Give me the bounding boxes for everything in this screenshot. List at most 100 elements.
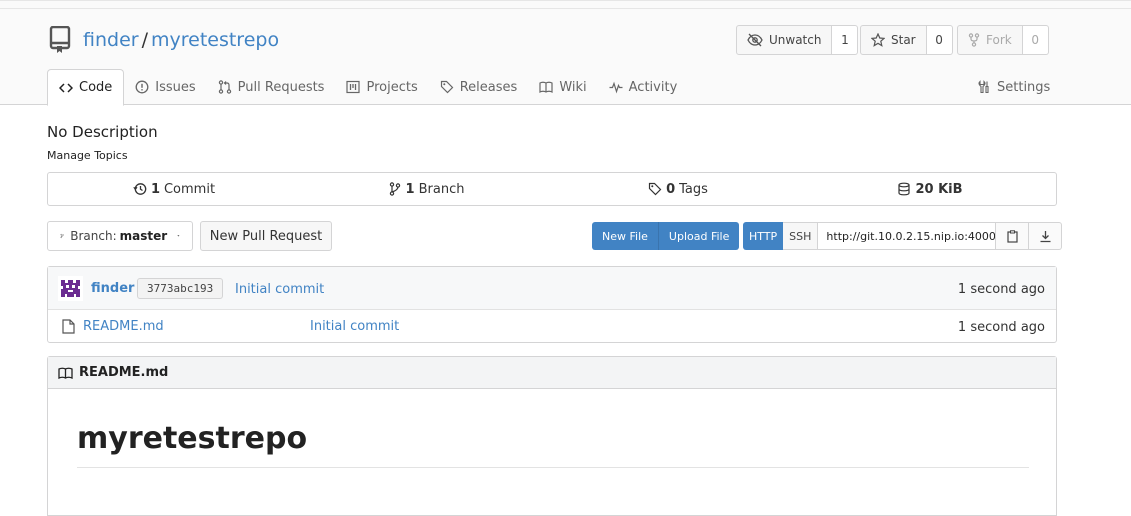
stat-tags-label: Tags [679, 181, 708, 197]
tab-releases[interactable]: Releases [429, 69, 529, 105]
stat-branches[interactable]: 1 Branch [300, 173, 552, 205]
clone-ssh-button[interactable]: SSH [783, 222, 819, 250]
star-icon [871, 33, 885, 47]
branch-selector-prefix: Branch: [70, 229, 117, 243]
readme-heading: myretestrepo [77, 421, 308, 456]
file-name-link[interactable]: README.md [83, 319, 164, 334]
tab-pull-requests-label: Pull Requests [237, 79, 325, 95]
tab-settings[interactable]: Settings [977, 69, 1050, 105]
eye-slash-icon [747, 33, 763, 47]
stat-size: 20 KiB [804, 173, 1056, 205]
stat-branches-count: 1 [405, 181, 415, 197]
top-divider [0, 8, 1131, 9]
tab-pull-requests[interactable]: Pull Requests [207, 69, 336, 105]
readme-filename: README.md [79, 365, 169, 380]
tab-code-label: Code [79, 80, 113, 95]
history-icon [133, 183, 147, 195]
stat-commits-count: 1 [150, 181, 160, 197]
file-actions: New File Upload File [592, 222, 740, 250]
avatar-pattern [61, 280, 80, 297]
readme-panel: README.md myretestrepo [47, 356, 1057, 516]
stat-commits-label: Commit [163, 181, 216, 197]
commit-sha-button[interactable]: 3773abc193 [137, 278, 224, 299]
repo-title-separator: / [141, 29, 148, 51]
latest-commit-row: finder 3773abc193 Initial commit 1 secon… [48, 267, 1056, 310]
tag-icon [440, 80, 454, 94]
repo-name-link[interactable]: myretestrepo [151, 29, 279, 51]
clone-panel: HTTP SSH http://git.10.0.2.15.nip.io:400… [743, 222, 1063, 250]
repo-title: finder / myretestrepo [83, 28, 279, 52]
project-icon [346, 80, 361, 94]
stat-tags[interactable]: 0 Tags [552, 173, 804, 205]
readme-divider [77, 467, 1029, 468]
tab-wiki[interactable]: Wiki [528, 69, 597, 105]
code-icon [59, 82, 73, 93]
repo-stats-bar: 1 Commit 1 Branch 0 Tags 20 KiB [47, 172, 1057, 206]
file-table: finder 3773abc193 Initial commit 1 secon… [47, 266, 1057, 343]
star-button[interactable]: Star [860, 25, 927, 55]
repo-description: No Description [47, 123, 158, 141]
tab-code[interactable]: Code [47, 69, 125, 106]
unwatch-button[interactable]: Unwatch [736, 25, 833, 55]
book-icon [539, 81, 553, 93]
file-age: 1 second ago [957, 320, 1045, 335]
commit-message-link[interactable]: Initial commit [235, 282, 324, 297]
table-row: README.md Initial commit 1 second ago [48, 310, 1056, 344]
download-icon [1040, 230, 1051, 242]
clone-url-field[interactable]: http://git.10.0.2.15.nip.io:4000/ [818, 222, 997, 250]
repo-icon [49, 26, 71, 53]
avatar[interactable] [58, 276, 83, 301]
fork-count[interactable]: 0 [1022, 25, 1049, 55]
star-group: Star 0 [860, 25, 953, 55]
download-button[interactable] [1029, 222, 1063, 250]
unwatch-label: Unwatch [769, 33, 822, 47]
tools-icon [978, 80, 989, 94]
stat-tags-count: 0 [666, 181, 676, 197]
tag-icon [648, 182, 662, 196]
fork-label: Fork [986, 33, 1012, 47]
repo-owner-link[interactable]: finder [83, 29, 139, 51]
book-icon [58, 367, 73, 379]
fork-icon [968, 33, 980, 47]
fork-group: Fork 0 [957, 25, 1049, 55]
tab-activity-label: Activity [628, 79, 678, 95]
tab-activity[interactable]: Activity [598, 69, 689, 105]
stat-commits[interactable]: 1 Commit [48, 173, 300, 205]
caret-down-icon [177, 235, 180, 237]
clone-http-button[interactable]: HTTP [743, 222, 784, 250]
issue-icon [135, 80, 149, 94]
pulse-icon [609, 81, 623, 94]
clipboard-icon [1007, 229, 1018, 243]
readme-header: README.md [48, 357, 1056, 389]
tab-releases-label: Releases [459, 79, 518, 95]
file-commit-message-link[interactable]: Initial commit [310, 319, 399, 334]
tab-projects[interactable]: Projects [335, 69, 428, 105]
commit-age: 1 second ago [957, 282, 1045, 297]
commit-author-link[interactable]: finder [91, 281, 134, 296]
repo-tabs: Code Issues Pull Requests Projects Relea… [47, 69, 689, 106]
tab-wiki-label: Wiki [559, 79, 587, 95]
star-count[interactable]: 0 [926, 25, 953, 55]
manage-topics-link[interactable]: Manage Topics [47, 149, 128, 162]
copy-url-button[interactable] [996, 222, 1030, 250]
new-file-button[interactable]: New File [592, 222, 659, 250]
upload-file-button[interactable]: Upload File [658, 222, 740, 250]
tab-projects-label: Projects [366, 79, 418, 95]
file-icon [62, 319, 75, 334]
watch-count[interactable]: 1 [832, 25, 859, 55]
branch-selector-value: master [119, 229, 168, 243]
database-icon [898, 182, 911, 196]
branch-icon [60, 233, 64, 239]
branch-selector[interactable]: Branch: master [47, 221, 193, 251]
watch-group: Unwatch 1 [736, 25, 859, 55]
tab-settings-label: Settings [997, 79, 1051, 95]
new-pull-request-button[interactable]: New Pull Request [200, 221, 332, 251]
star-label: Star [891, 33, 916, 47]
stat-size-value: 20 KiB [915, 181, 963, 197]
stat-branches-label: Branch [418, 181, 465, 197]
tab-issues-label: Issues [155, 79, 196, 95]
tab-issues[interactable]: Issues [124, 69, 206, 105]
pull-request-icon [218, 80, 231, 94]
branch-icon [389, 182, 400, 196]
fork-button[interactable]: Fork [957, 25, 1023, 55]
